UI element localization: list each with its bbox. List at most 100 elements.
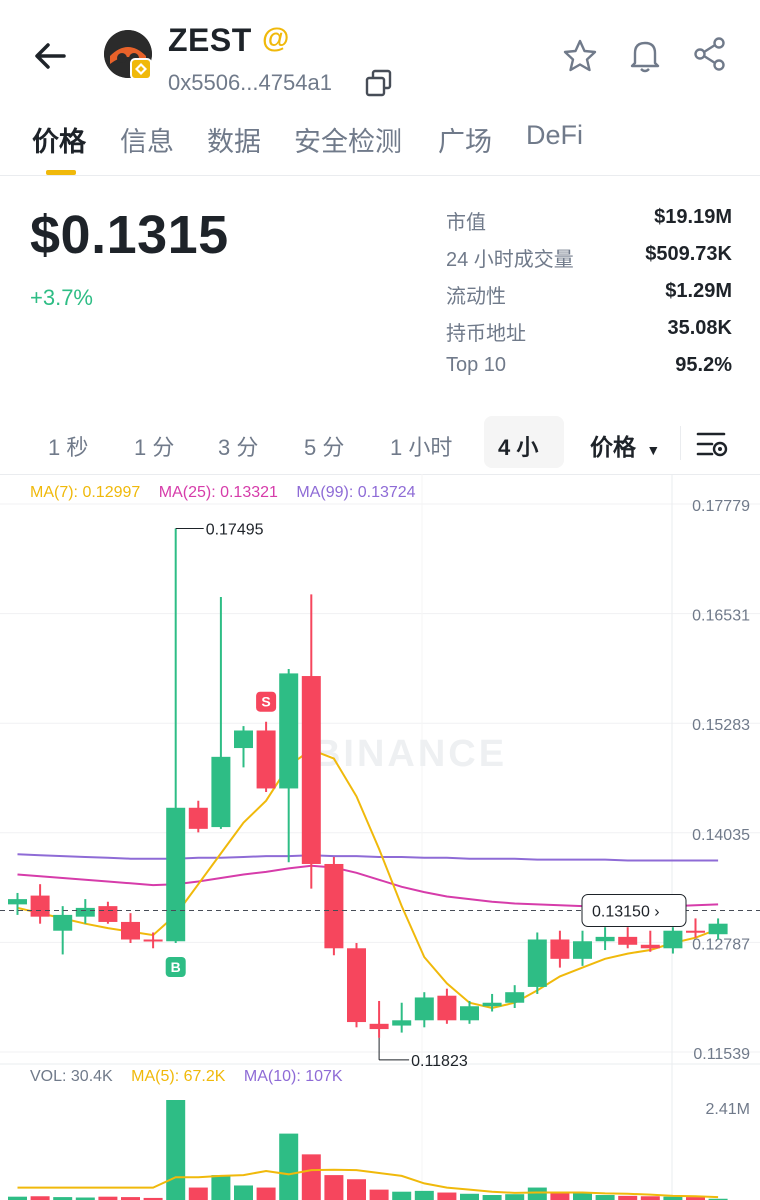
interval-3m[interactable]: 3 分 [218,430,258,462]
price-type-dropdown[interactable]: 价格 ▼ [590,428,660,462]
stat-label: 市值 [446,212,486,234]
candle-body [279,673,299,789]
tab-square[interactable]: 广场 [438,120,492,159]
volume-bar [482,1195,502,1200]
candle-body [392,1020,412,1026]
price-chart[interactable]: BINANCE 0.17779 0.16531 0.15283 0.14035 0.127… [0,474,760,1200]
candle-body [324,863,344,949]
volume-bar [188,1187,208,1200]
stat-label: 流动性 [446,286,506,308]
candle-body [53,914,73,931]
watermark: BINANCE [313,733,507,775]
current-price-label: 0.13150 › [592,904,660,921]
candle-body [301,676,321,864]
interval-1h[interactable]: 1 小时 [390,430,452,462]
ma-legend: MA(7): 0.12997 MA(25): 0.13321 MA(99): 0… [30,484,430,502]
ma99-legend: MA(99): 0.13724 [296,484,416,501]
stat-value: $1.29M [665,280,732,302]
candle-body [414,997,434,1021]
y-tick-label: 0.16531 [692,608,750,625]
volume-bar [279,1133,299,1200]
volume-bar [460,1193,479,1200]
volume-bar [347,1179,366,1200]
stat-value: $19.19M [654,206,732,228]
candle-body [527,939,547,987]
y-tick-label: 0.17779 [692,498,750,515]
y-tick-label: 0.11539 [693,1046,750,1063]
star-icon[interactable] [562,38,598,74]
tab-price[interactable]: 价格 [32,120,86,159]
tab-info[interactable]: 信息 [120,120,174,159]
candle-body [505,992,525,1003]
candle-body [256,730,276,789]
candle-body [98,906,118,922]
tab-security[interactable]: 安全检测 [294,120,402,159]
stat-row-liquidity: 流动性 $1.29M [446,274,732,311]
tab-defi[interactable]: DeFi [526,120,583,151]
candle-body [437,995,457,1021]
interval-1m[interactable]: 1 分 [134,430,174,462]
volume-bar [166,1100,186,1200]
volume-bar [211,1175,231,1200]
y-tick-label: 0.12787 [692,936,750,953]
candle-body [211,756,231,828]
interval-bar: 1 秒 1 分 3 分 5 分 1 小时 4 小 价格 ▼ [0,412,760,474]
candle-body [573,941,592,959]
volume-ma5-line [17,1168,719,1199]
candle-body [8,899,27,905]
vol-legend: VOL: 30.4K [30,1068,113,1085]
at-icon[interactable]: @ [262,22,289,54]
volume-bar [640,1196,660,1200]
stat-row-top10: Top 10 95.2% [446,348,732,385]
interval-1s[interactable]: 1 秒 [48,430,88,462]
candle-body [188,807,208,829]
bell-icon[interactable] [626,36,664,74]
stat-value: 35.08K [667,317,733,339]
candle-body [550,939,570,959]
chart-settings-icon[interactable] [694,426,730,462]
volume-bar [234,1185,253,1200]
low-price-label: 0.11823 [411,1053,468,1070]
candle-body [30,895,50,917]
bnb-chain-icon [130,58,152,80]
tab-data[interactable]: 数据 [207,120,261,159]
volume-bar [256,1187,276,1200]
candle-body [640,944,660,949]
interval-4h[interactable]: 4 小 [498,430,538,462]
header: ZEST @ 0x5506...4754a1 [0,0,760,110]
token-name: ZEST [168,22,252,58]
candle-body [121,921,140,940]
stat-value: $509.73K [645,243,732,265]
volume-tick-label: 2.41M [706,1101,750,1118]
ma99-line [17,853,719,862]
interval-5m[interactable]: 5 分 [304,430,344,462]
volume-bar [505,1194,525,1200]
candle-body [369,1023,389,1030]
candle-body [482,1002,502,1007]
tab-bar: 价格 信息 数据 安全检测 广场 DeFi [0,110,760,176]
candle-body [663,930,683,949]
sell-marker-label: S [261,694,270,710]
candle-body [166,807,186,942]
candle-body [708,923,728,935]
stat-row-market-cap: 市值 $19.19M [446,200,732,237]
copy-icon[interactable] [364,68,394,98]
candle-body [234,730,253,749]
volume-bar [30,1196,50,1200]
candle-body [75,907,95,917]
ma7-line [17,748,719,1010]
price-change: +3.7% [30,285,93,310]
volume-bar [301,1154,321,1200]
divider [680,426,681,460]
candle-body [686,930,705,933]
stat-row-holders: 持币地址 35.08K [446,311,732,348]
stat-label: 持币地址 [446,323,526,345]
price-type-label: 价格 [590,434,636,460]
volume-bar [437,1192,457,1200]
y-tick-label: 0.14035 [692,827,750,844]
back-arrow-icon[interactable] [30,36,70,76]
y-tick-label: 0.15283 [692,717,750,734]
current-price: $0.1315 [30,205,229,265]
candle-body [595,936,615,942]
share-icon[interactable] [692,36,728,72]
